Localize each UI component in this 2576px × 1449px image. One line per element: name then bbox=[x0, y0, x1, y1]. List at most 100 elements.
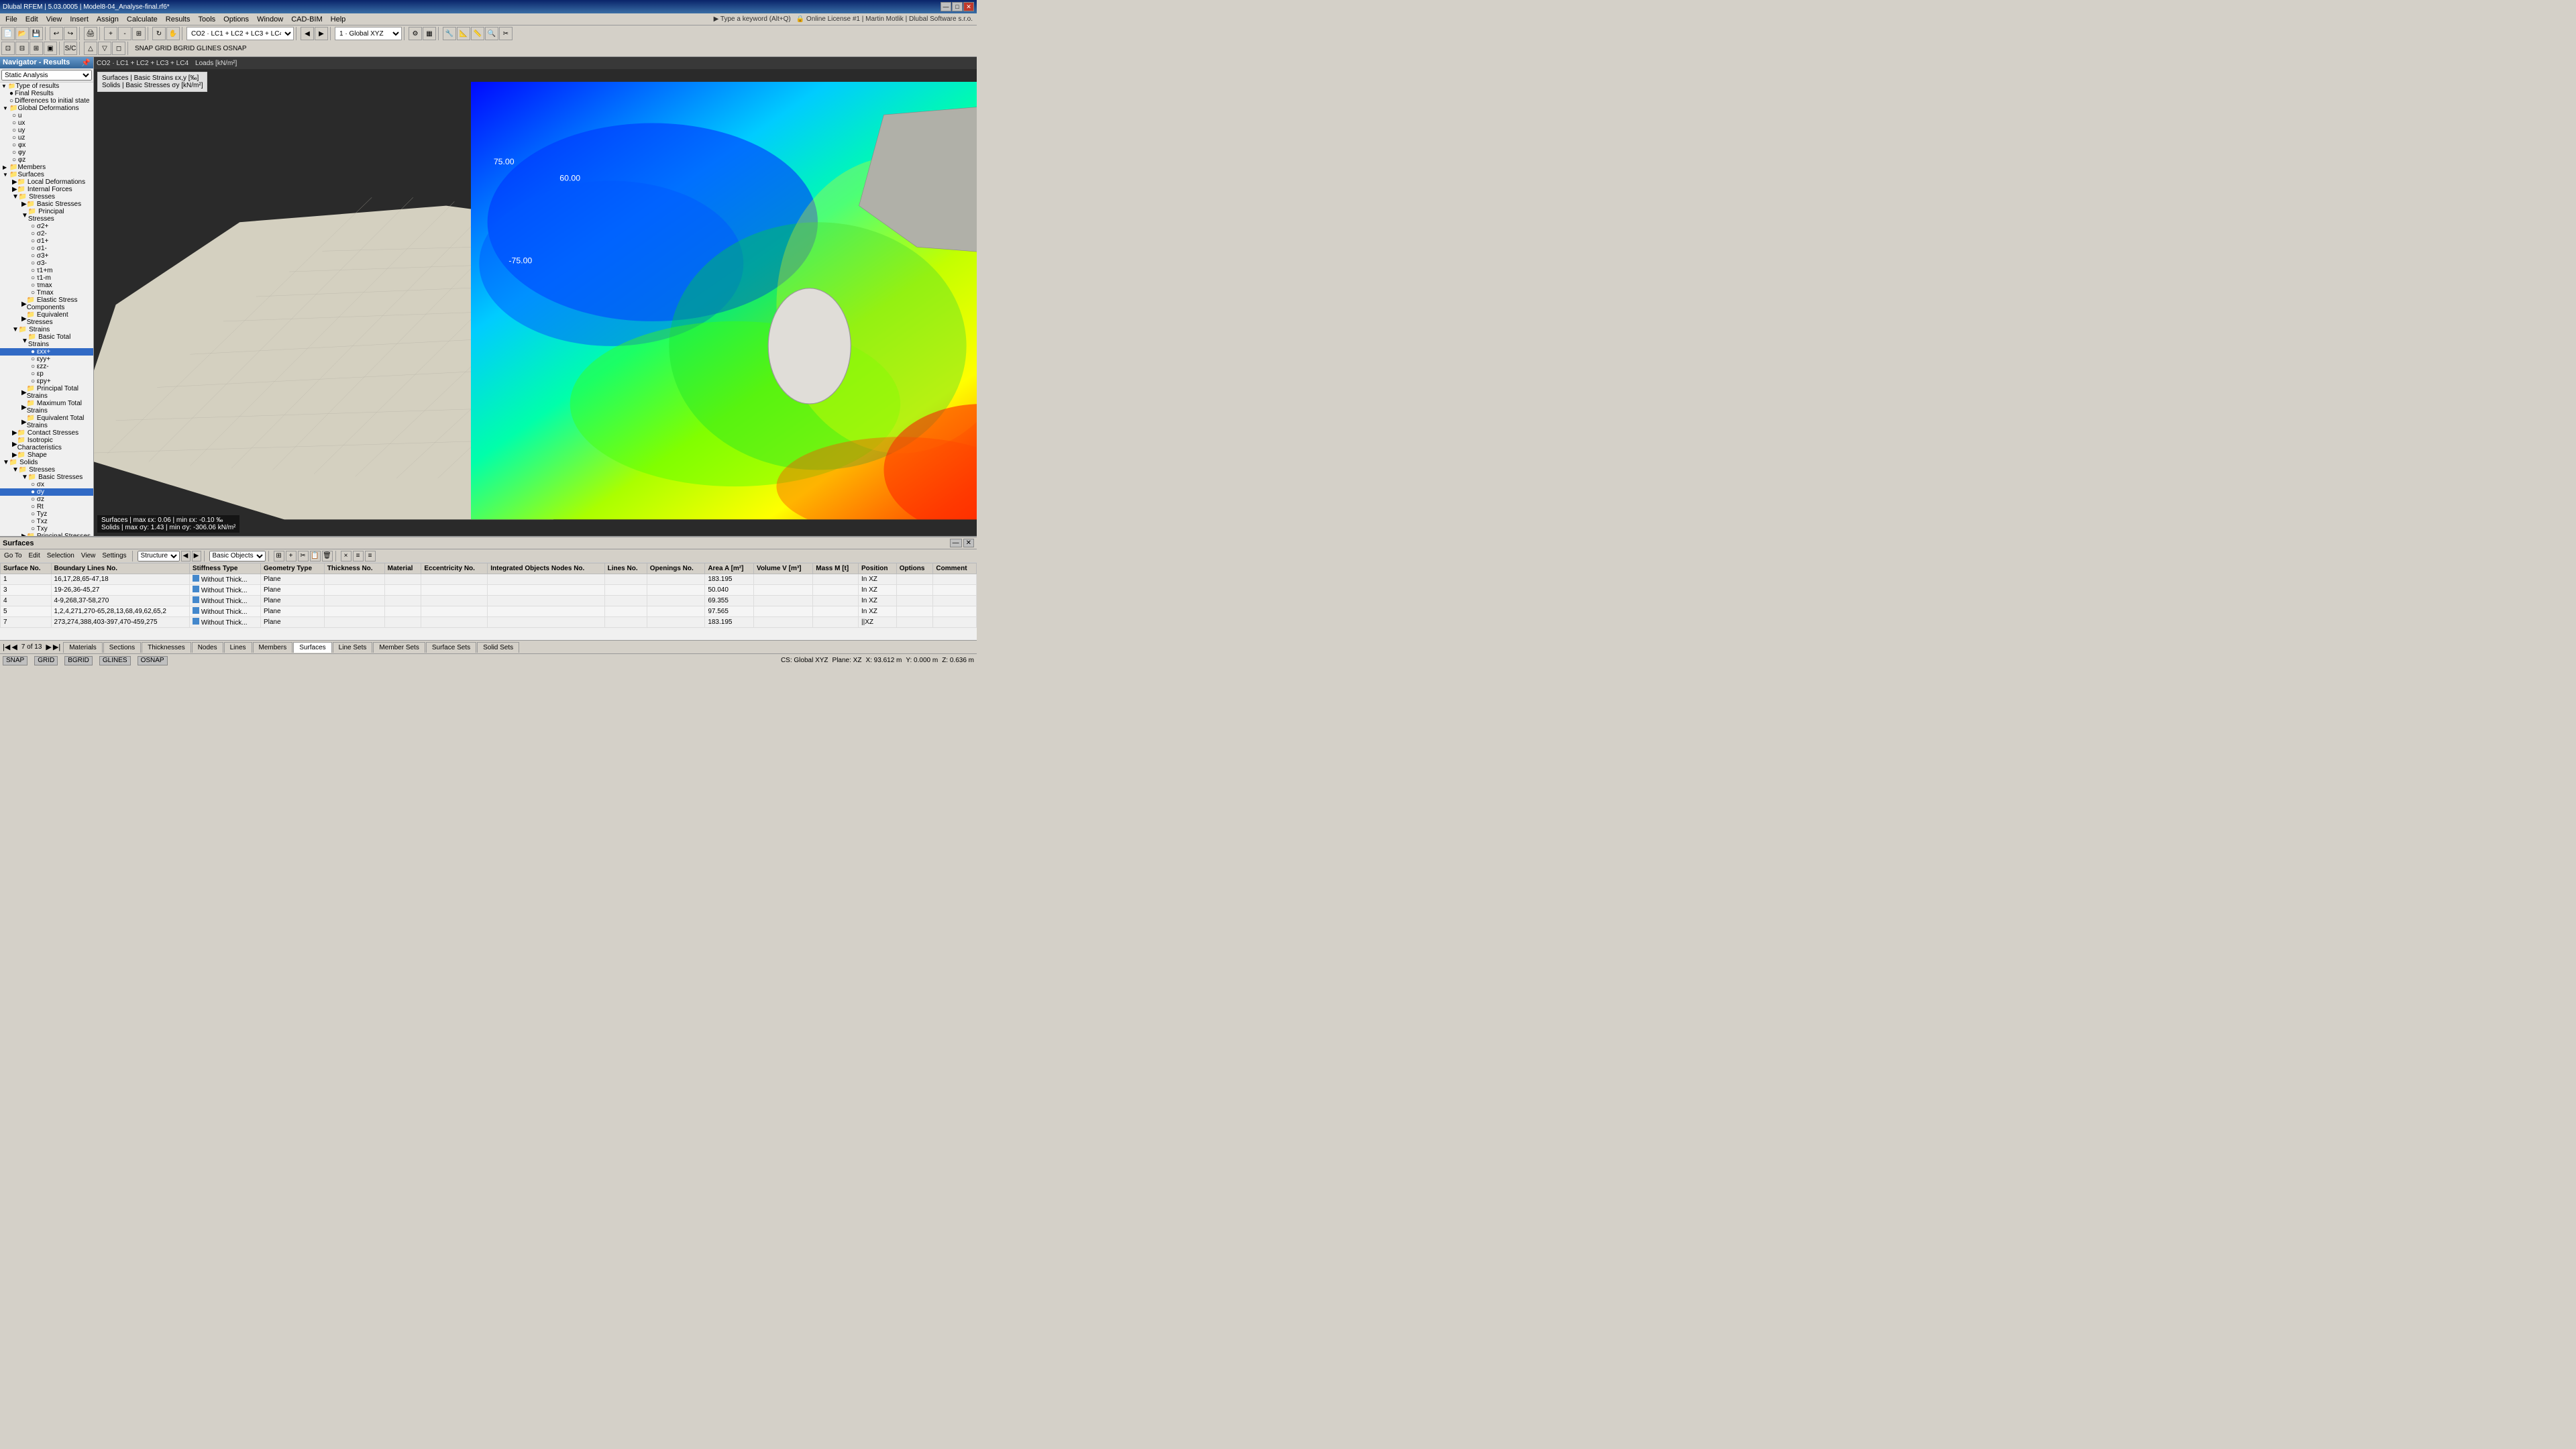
menu-tools[interactable]: Tools bbox=[194, 15, 219, 24]
nav-isotropic[interactable]: ▶📁 Isotropic Characteristics bbox=[0, 437, 93, 451]
new-button[interactable]: 📄 bbox=[1, 27, 15, 40]
nav-stresses[interactable]: ▼📁 Stresses bbox=[0, 193, 93, 201]
nav-sigma2m[interactable]: ○ σ2- bbox=[0, 230, 93, 237]
nav-principal-total-strains[interactable]: ▶📁 Principal Total Strains bbox=[0, 385, 93, 400]
nav-tau1pm[interactable]: ○ τ1+m bbox=[0, 267, 93, 274]
zoom-all[interactable]: ⊞ bbox=[132, 27, 146, 40]
col-thickness[interactable]: Thickness No. bbox=[324, 564, 384, 574]
nav-uz[interactable]: ○ uz bbox=[0, 134, 93, 142]
nav-phiy[interactable]: ○ φy bbox=[0, 149, 93, 156]
col-mass[interactable]: Mass M [t] bbox=[813, 564, 859, 574]
nav-tab-lines[interactable]: Lines bbox=[224, 642, 252, 653]
nav-pagination-back[interactable]: ◀ bbox=[11, 643, 17, 651]
nav-solid-txy[interactable]: ○ Txy bbox=[0, 525, 93, 533]
col-int-nodes[interactable]: Integrated Objects Nodes No. bbox=[488, 564, 604, 574]
nav-solid-sy[interactable]: ● σy bbox=[0, 488, 93, 496]
nav-tab-thicknesses[interactable]: Thicknesses bbox=[142, 642, 191, 653]
goto-menu[interactable]: Go To bbox=[1, 552, 25, 559]
nav-solid-sx[interactable]: ○ σx bbox=[0, 481, 93, 488]
menu-calculate[interactable]: Calculate bbox=[123, 15, 162, 24]
basic-objects-selector[interactable]: Basic Objects bbox=[209, 551, 266, 561]
nav-solid-tyz[interactable]: ○ Tyz bbox=[0, 511, 93, 518]
nav-sigma1p[interactable]: ○ σ1+ bbox=[0, 237, 93, 245]
nav-max-total-strains[interactable]: ▶📁 Maximum Total Strains bbox=[0, 400, 93, 415]
nav-members[interactable]: ▶📁Members bbox=[0, 164, 93, 171]
tb2-8[interactable]: ◻ bbox=[112, 42, 125, 55]
tb2-5[interactable]: S/C bbox=[64, 42, 77, 55]
tb-surf-5[interactable]: 🗑 bbox=[322, 551, 333, 561]
col-stiffness-type[interactable]: Stiffness Type bbox=[189, 564, 260, 574]
nav-tau1mm[interactable]: ○ τ1-m bbox=[0, 274, 93, 282]
menu-help[interactable]: Help bbox=[327, 15, 350, 24]
display-options[interactable]: ⚙ bbox=[409, 27, 422, 40]
menu-view[interactable]: View bbox=[42, 15, 66, 24]
nav-phiz[interactable]: ○ φz bbox=[0, 156, 93, 164]
tb-surf-2[interactable]: + bbox=[286, 551, 297, 561]
table-row[interactable]: 51,2,4,271,270-65,28,13,68,49,62,65,2Wit… bbox=[1, 606, 977, 617]
nav-shape[interactable]: ▶📁 Shape bbox=[0, 451, 93, 459]
menu-assign[interactable]: Assign bbox=[93, 15, 123, 24]
nav-sigma1m[interactable]: ○ σ1- bbox=[0, 245, 93, 252]
load-case-selector[interactable]: CO2 · LC1 + LC2 + LC3 + LC4 bbox=[186, 27, 294, 40]
nav-uy[interactable]: ○ uy bbox=[0, 127, 93, 134]
zoom-in[interactable]: + bbox=[104, 27, 117, 40]
nav-solids-principal-stresses[interactable]: ▶📁 Principal Stresses bbox=[0, 533, 93, 536]
nav-tab-materials[interactable]: Materials bbox=[63, 642, 103, 653]
tb-extra-2[interactable]: 📐 bbox=[457, 27, 470, 40]
tb2-4[interactable]: ▣ bbox=[44, 42, 57, 55]
menu-file[interactable]: File bbox=[1, 15, 21, 24]
col-position[interactable]: Position bbox=[859, 564, 897, 574]
navigator-pin[interactable]: 📌 bbox=[81, 58, 91, 67]
nav-tmax[interactable]: ○ Tmax bbox=[0, 289, 93, 297]
col-eccentricity[interactable]: Eccentricity No. bbox=[421, 564, 488, 574]
nav-ezz-m[interactable]: ○ εzz- bbox=[0, 363, 93, 370]
nav-basic-stresses[interactable]: ▶📁 Basic Stresses bbox=[0, 201, 93, 208]
col-int-openings[interactable]: Openings No. bbox=[647, 564, 705, 574]
nav-principal-stresses[interactable]: ▼📁 Principal Stresses bbox=[0, 208, 93, 223]
struct-next[interactable]: ▶ bbox=[192, 551, 201, 561]
nav-tab-sections[interactable]: Sections bbox=[103, 642, 141, 653]
tb-extra-4[interactable]: 🔍 bbox=[485, 27, 498, 40]
nav-tab-surface-sets[interactable]: Surface Sets bbox=[426, 642, 476, 653]
nav-local-deformations[interactable]: ▶📁 Local Deformations bbox=[0, 178, 93, 186]
view-menu[interactable]: View bbox=[78, 552, 99, 559]
undo-button[interactable]: ↩ bbox=[50, 27, 63, 40]
render-toggle[interactable]: ▦ bbox=[423, 27, 436, 40]
tb-surf-3[interactable]: ✂ bbox=[298, 551, 309, 561]
menu-insert[interactable]: Insert bbox=[66, 15, 93, 24]
next-result[interactable]: ▶ bbox=[315, 27, 328, 40]
nav-tab-nodes[interactable]: Nodes bbox=[192, 642, 223, 653]
analysis-type-selector[interactable]: Static Analysis bbox=[1, 70, 92, 80]
nav-tab-solid-sets[interactable]: Solid Sets bbox=[477, 642, 519, 653]
save-button[interactable]: 💾 bbox=[30, 27, 43, 40]
nav-internal-forces[interactable]: ▶📁 Internal Forces bbox=[0, 186, 93, 193]
nav-sigma3m[interactable]: ○ σ3- bbox=[0, 260, 93, 267]
col-comment[interactable]: Comment bbox=[933, 564, 977, 574]
snap-btn[interactable]: SNAP bbox=[3, 656, 28, 665]
nav-contact-stresses[interactable]: ▶📁 Contact Stresses bbox=[0, 429, 93, 437]
col-int-lines[interactable]: Lines No. bbox=[604, 564, 647, 574]
nav-pagination-fwd[interactable]: ▶ bbox=[46, 643, 51, 651]
nav-eyy-p[interactable]: ○ εyy+ bbox=[0, 356, 93, 363]
prev-result[interactable]: ◀ bbox=[301, 27, 314, 40]
structure-selector[interactable]: Structure bbox=[138, 551, 180, 561]
osnap-btn[interactable]: OSNAP bbox=[138, 656, 168, 665]
nav-surfaces[interactable]: ▼📁Surfaces bbox=[0, 171, 93, 178]
tb-surf-8[interactable]: ≡ bbox=[365, 551, 376, 561]
nav-solid-txz[interactable]: ○ Txz bbox=[0, 518, 93, 525]
table-row[interactable]: 44-9,268,37-58,270Without Thick...Plane6… bbox=[1, 596, 977, 606]
tb2-1[interactable]: ⊡ bbox=[1, 42, 15, 55]
pan[interactable]: ✋ bbox=[166, 27, 180, 40]
tb-extra-5[interactable]: ✂ bbox=[499, 27, 513, 40]
nav-solids[interactable]: ▼📁 Solids bbox=[0, 459, 93, 466]
redo-button[interactable]: ↪ bbox=[64, 27, 77, 40]
menu-edit[interactable]: Edit bbox=[21, 15, 42, 24]
tb2-6[interactable]: △ bbox=[84, 42, 97, 55]
nav-sigma2p[interactable]: ○ σ2+ bbox=[0, 223, 93, 230]
col-boundary-lines[interactable]: Boundary Lines No. bbox=[51, 564, 189, 574]
nav-solids-stresses[interactable]: ▼📁 Stresses bbox=[0, 466, 93, 474]
nav-solids-basic-stresses[interactable]: ▼📁 Basic Stresses bbox=[0, 474, 93, 481]
struct-prev[interactable]: ◀ bbox=[181, 551, 191, 561]
nav-equiv-stresses[interactable]: ▶📁 Equivalent Stresses bbox=[0, 311, 93, 326]
open-button[interactable]: 📂 bbox=[15, 27, 29, 40]
